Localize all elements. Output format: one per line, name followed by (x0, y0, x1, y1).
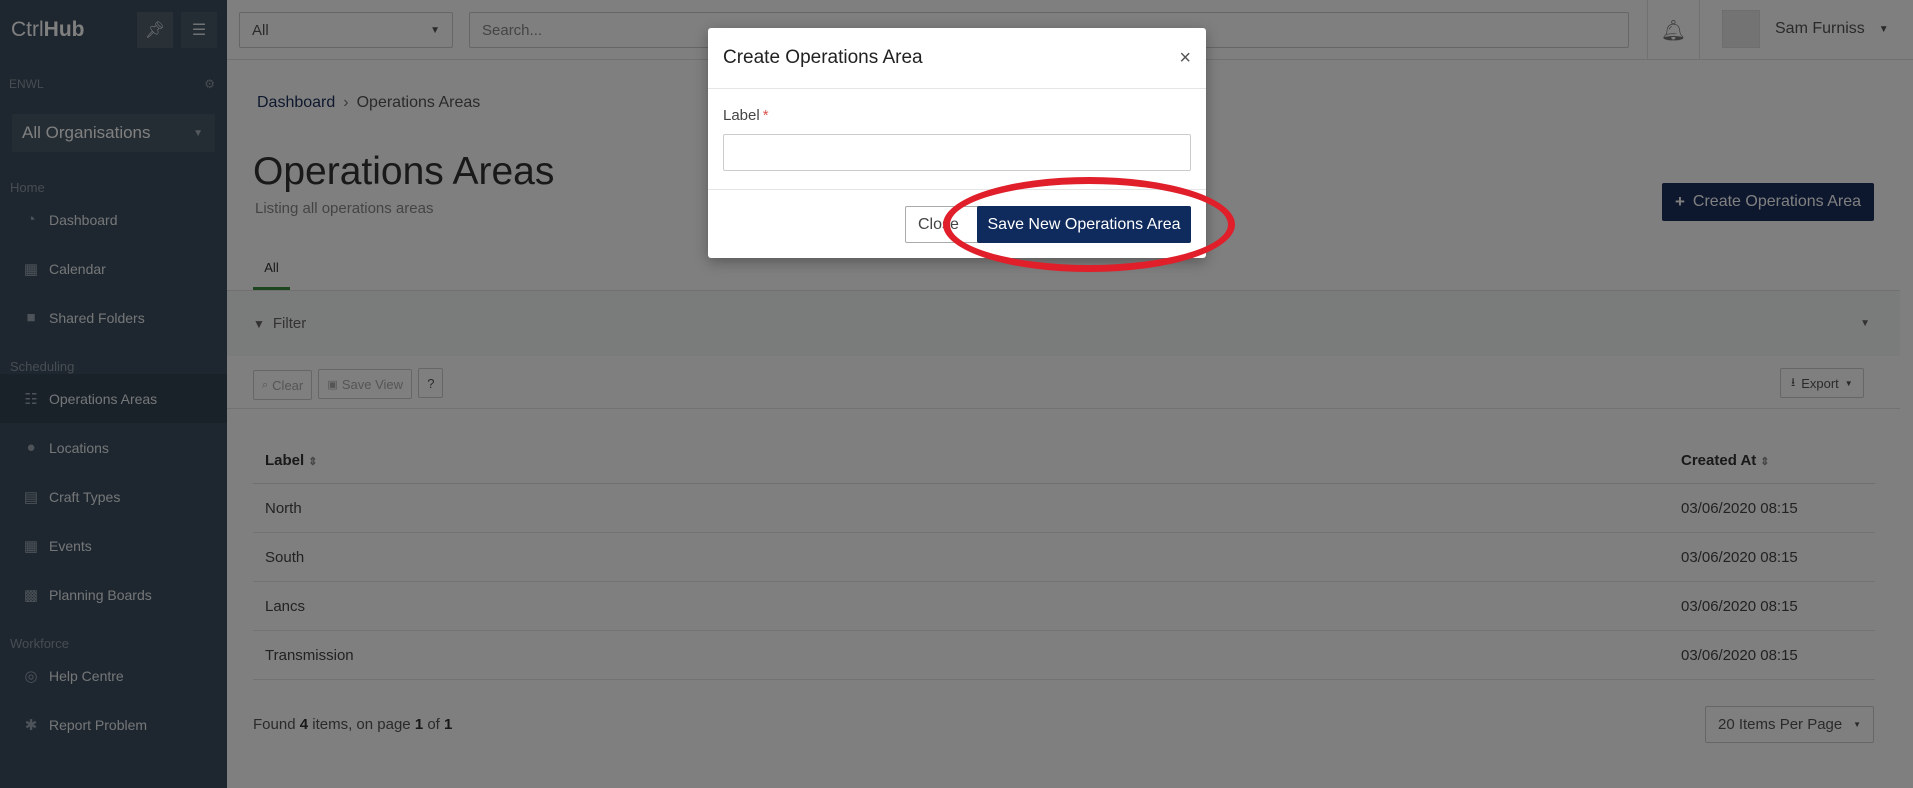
label-field-label: Label * (723, 107, 769, 124)
required-marker: * (762, 107, 769, 124)
modal-footer: Close Save New Operations Area (708, 189, 1206, 258)
modal-body: Label * (708, 89, 1206, 189)
close-icon[interactable]: × (1179, 47, 1191, 70)
close-button[interactable]: Close (905, 206, 979, 243)
create-operations-area-modal: Create Operations Area × Label * Close Sa… (708, 28, 1206, 258)
modal-title: Create Operations Area (723, 47, 923, 68)
modal-header: Create Operations Area × (708, 28, 1206, 89)
save-new-operations-area-button[interactable]: Save New Operations Area (977, 206, 1191, 243)
label-input[interactable] (723, 134, 1191, 171)
